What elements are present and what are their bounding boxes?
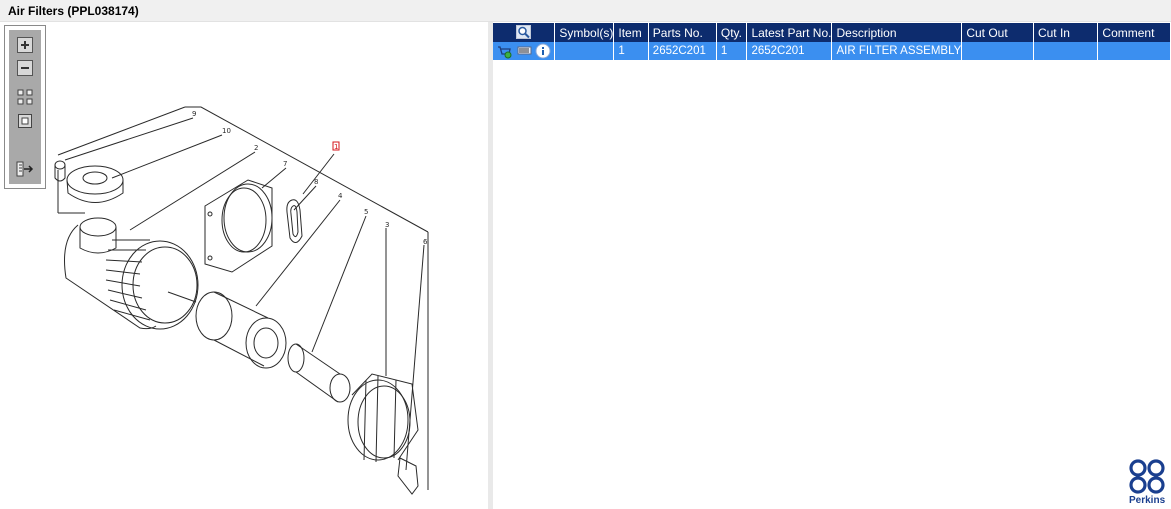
callout-2: 2 [254,144,258,152]
exploded-parts-diagram: 9 10 2 7 8 4 5 3 6 1 [54,106,429,495]
add-to-cart-icon[interactable] [498,46,512,59]
window-title: Air Filters (PPL038174) [8,4,139,18]
column-header-cut-out[interactable]: Cut Out [961,23,1034,42]
export-button[interactable] [15,160,35,178]
column-header-qty[interactable]: Qty. [716,23,748,42]
cell-description: AIR FILTER ASSEMBLY [831,42,963,60]
minus-icon [17,60,33,76]
cell-parts-no: 2652C201 [648,42,717,60]
column-header-comment[interactable]: Comment [1097,23,1171,42]
actual-size-button[interactable] [15,112,35,130]
zoom-out-button[interactable] [15,59,35,77]
cell-cut-out [961,42,1034,60]
table-row[interactable]: 1 2652C201 1 2652C201 AIR FILTER ASSEMBL… [493,42,1171,60]
parts-table: Symbol(s) Item Parts No. Qty. Latest Par… [493,23,1171,60]
plus-icon [17,37,33,53]
grid-icon [17,89,33,105]
callout-5: 5 [364,208,368,216]
callout-1[interactable]: 1 [334,143,338,151]
search-icon [515,25,531,40]
callout-7: 7 [283,160,287,168]
cell-comment [1097,42,1171,60]
column-header-latest-part-no[interactable]: Latest Part No. [746,23,833,42]
row-action-icons [498,43,551,59]
callout-10: 10 [222,127,231,135]
square-icon [18,114,32,128]
column-header-item[interactable]: Item [613,23,649,42]
brand-name: Perkins [1129,495,1166,506]
column-header-description[interactable]: Description [831,23,963,42]
export-icon [16,161,34,177]
column-header-parts-no[interactable]: Parts No. [648,23,717,42]
cell-latest-part-no: 2652C201 [746,42,833,60]
title-bar: Air Filters (PPL038174) [0,0,1171,22]
callout-4: 4 [338,192,343,200]
fit-all-button[interactable] [15,88,35,106]
callout-3: 3 [385,221,389,229]
callout-9: 9 [192,110,196,118]
row-actions-cell [493,42,556,60]
callout-8: 8 [314,178,318,186]
table-header-row: Symbol(s) Item Parts No. Qty. Latest Par… [493,23,1171,42]
cell-cut-in [1033,42,1099,60]
column-header-symbols[interactable]: Symbol(s) [554,23,615,42]
barcode-icon[interactable] [517,46,532,55]
info-icon[interactable] [535,43,551,59]
column-header-cut-in[interactable]: Cut In [1033,23,1099,42]
cell-qty: 1 [716,42,748,60]
parts-list-pane: Symbol(s) Item Parts No. Qty. Latest Par… [493,22,1171,509]
cell-symbols [554,42,615,60]
callout-6: 6 [423,238,428,246]
zoom-toolbar [4,25,46,189]
zoom-in-button[interactable] [15,36,35,54]
cell-item: 1 [613,42,649,60]
column-header-icons[interactable] [493,23,556,42]
